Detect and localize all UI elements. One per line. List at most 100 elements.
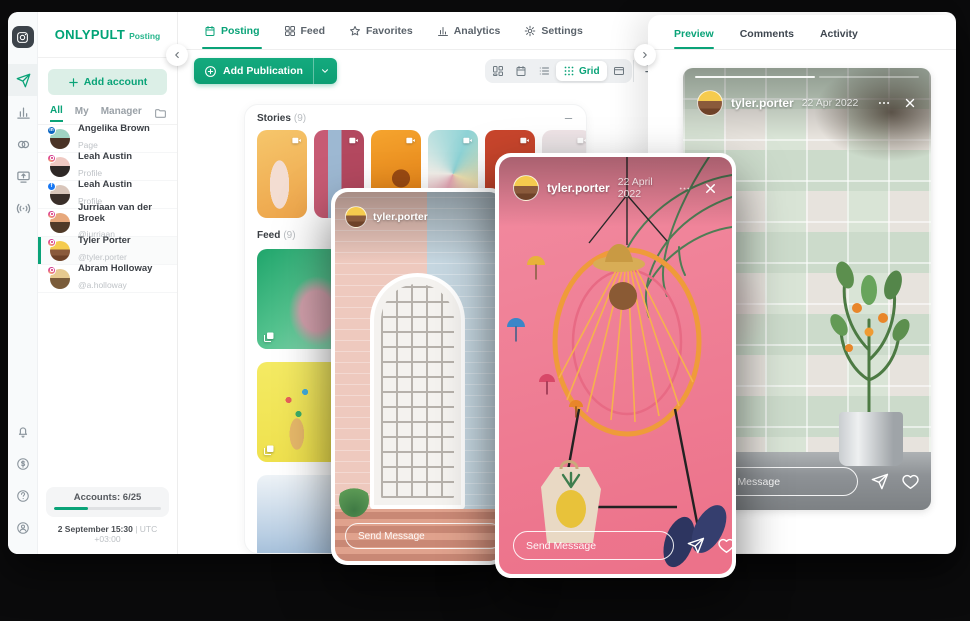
story-avatar — [513, 175, 539, 201]
rail-monitor-item[interactable] — [8, 160, 38, 192]
paper-plane-icon — [16, 73, 31, 88]
story-thumbnail[interactable] — [257, 130, 307, 218]
grid-view-label: Grid — [579, 66, 600, 77]
close-icon[interactable] — [703, 181, 718, 196]
toolbar-divider — [633, 60, 634, 82]
account-filter-tabs: All My Manager — [38, 103, 177, 125]
chevron-right-icon — [640, 50, 650, 60]
send-icon[interactable] — [870, 472, 889, 491]
rail-help-item[interactable] — [8, 480, 38, 512]
collapse-panel-button[interactable] — [634, 44, 656, 66]
story-avatar — [697, 90, 723, 116]
account-row[interactable]: Jurriaan van der Broek@jurriaan — [38, 209, 177, 237]
usage-progressbar — [54, 507, 161, 510]
help-icon — [16, 489, 30, 503]
account-name: Angelika Brown — [78, 124, 150, 135]
feed-post[interactable] — [257, 362, 340, 462]
rail-broadcast-item[interactable] — [8, 192, 38, 224]
logo-row: ONLYPULT Posting — [38, 12, 177, 58]
gear-icon — [524, 25, 536, 37]
heart-icon[interactable] — [717, 536, 732, 555]
add-account-button[interactable]: Add account — [48, 69, 167, 95]
close-icon[interactable] — [903, 96, 917, 110]
video-badge-icon — [519, 135, 530, 146]
account-row-selected[interactable]: Tyler Porter@tyler.porter — [38, 237, 177, 265]
video-badge-icon — [405, 135, 416, 146]
tab-settings[interactable]: Settings — [524, 12, 582, 49]
chevron-left-icon — [172, 50, 182, 60]
rail-account-item[interactable] — [8, 512, 38, 544]
account-row[interactable]: in Angelika BrownPage — [38, 125, 177, 153]
carousel-badge-icon — [263, 444, 275, 456]
collapse-sidebar-button[interactable] — [166, 44, 188, 66]
bell-icon — [16, 425, 30, 439]
story-username: tyler.porter — [373, 211, 428, 223]
instagram-app-icon[interactable] — [12, 26, 34, 48]
grid-view-button[interactable]: Grid — [556, 61, 607, 81]
avatar — [50, 241, 70, 261]
calendar-view-button[interactable] — [510, 61, 532, 81]
account-subtitle: @tyler.porter — [78, 252, 127, 262]
tab-comments[interactable]: Comments — [740, 28, 794, 49]
account-icon — [16, 521, 30, 535]
tab-preview[interactable]: Preview — [674, 28, 714, 49]
tab-posting[interactable]: Posting — [204, 12, 260, 49]
account-row[interactable]: Leah AustinProfile — [38, 153, 177, 181]
add-publication-caret[interactable] — [313, 58, 337, 84]
instagram-badge-icon — [47, 154, 56, 163]
more-icon[interactable] — [678, 182, 691, 195]
tab-analytics[interactable]: Analytics — [437, 12, 501, 49]
filter-tab-all[interactable]: All — [50, 105, 63, 122]
avatar — [50, 157, 70, 177]
monitor-share-icon — [16, 169, 31, 184]
instagram-badge-icon — [47, 210, 56, 219]
broadcast-icon — [16, 201, 31, 216]
rail-stats-item[interactable] — [8, 96, 38, 128]
calendar-view-icon — [515, 65, 527, 77]
list-view-button[interactable] — [533, 61, 555, 81]
rail-posting-item[interactable] — [8, 64, 38, 96]
star-icon — [349, 25, 361, 37]
frame-view-button[interactable] — [608, 61, 630, 81]
account-subtitle: @a.holloway — [78, 280, 127, 290]
send-message-input[interactable] — [513, 531, 674, 560]
link-icon — [16, 137, 31, 152]
send-icon[interactable] — [686, 536, 705, 555]
tab-favorites[interactable]: Favorites — [349, 12, 413, 49]
video-badge-icon — [291, 135, 302, 146]
filter-tab-manager[interactable]: Manager — [101, 106, 142, 121]
filter-tab-my[interactable]: My — [75, 106, 89, 121]
grid-view-icon — [563, 65, 575, 77]
tab-activity[interactable]: Activity — [820, 28, 858, 49]
rail-notifications-item[interactable] — [8, 416, 38, 448]
rail-links-item[interactable] — [8, 128, 38, 160]
account-name: Abram Holloway — [78, 264, 152, 275]
account-name: Leah Austin — [78, 180, 132, 191]
datetime-row: 2 September 15:30 | UTC +03:00 — [46, 524, 169, 544]
minus-icon[interactable] — [563, 113, 574, 124]
feed-post[interactable] — [257, 249, 340, 349]
folder-icon[interactable] — [154, 107, 167, 120]
heart-icon[interactable] — [901, 472, 920, 491]
tab-feed[interactable]: Feed — [284, 12, 326, 49]
list-view-icon — [538, 65, 550, 77]
story-header: tyler.porter 22 Apr 2022 — [683, 90, 931, 116]
plant-illustration — [809, 230, 929, 440]
video-badge-icon — [348, 135, 359, 146]
story-username: tyler.porter — [547, 181, 610, 195]
send-message-input[interactable] — [345, 523, 502, 549]
avatar: in — [50, 129, 70, 149]
board-view-button[interactable] — [487, 61, 509, 81]
more-icon[interactable] — [877, 96, 891, 110]
board-view-icon — [492, 65, 504, 77]
add-publication-button[interactable]: Add Publication — [194, 58, 337, 84]
accounts-usage-card: Accounts: 6/25 — [46, 487, 169, 517]
accounts-usage-label: Accounts: 6/25 — [54, 492, 161, 503]
account-row[interactable]: Abram Holloway @a.holloway — [38, 265, 177, 293]
feed-post[interactable] — [257, 475, 340, 554]
current-datetime: 2 September 15:30 — [58, 524, 133, 534]
linkedin-badge-icon: in — [47, 126, 56, 135]
rail-billing-item[interactable] — [8, 448, 38, 480]
account-subtitle: Profile — [78, 168, 102, 178]
plus-circle-icon — [204, 65, 217, 78]
